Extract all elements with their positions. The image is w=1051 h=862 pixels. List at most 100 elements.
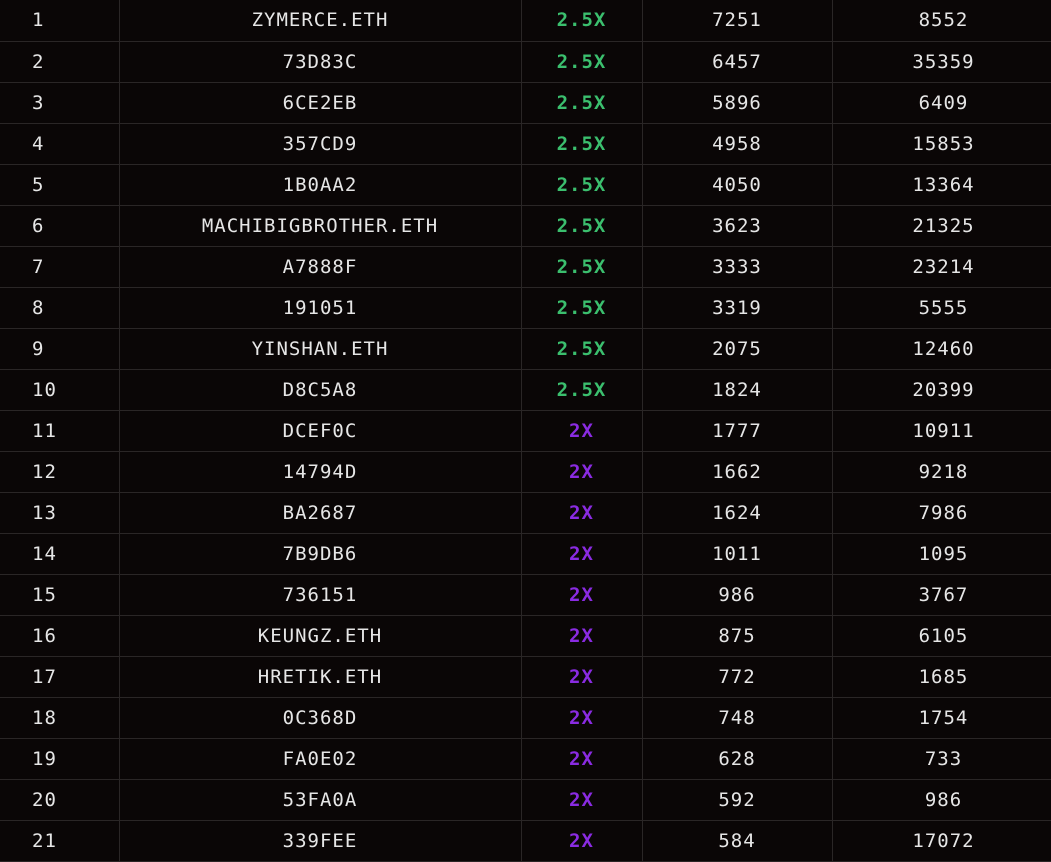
multiplier-cell: 2.5X [521, 164, 643, 205]
value-b-cell: 6409 [918, 91, 969, 114]
multiplier-cell: 2.5X [521, 205, 643, 246]
rank-cell: 4 [0, 123, 120, 164]
rank-cell: 13 [0, 492, 120, 533]
value-a-cell: 4958 [642, 123, 833, 164]
multiplier-cell: 2X [521, 738, 643, 779]
multiplier-cell: 2X [521, 492, 643, 533]
wallet-name-cell: 73D83C [119, 41, 522, 82]
value-a-cell: 7251 [642, 0, 833, 41]
table-row: 10 D8C5A8 2.5X 1824 20399 [0, 369, 1051, 410]
wallet-name-cell: FA0E02 [119, 738, 522, 779]
table-row: 11 DCEF0C 2X 1777 10911 [0, 410, 1051, 451]
value-b-cell: 17072 [912, 829, 975, 852]
value-b-cell: 12460 [912, 337, 975, 360]
wallet-name-cell: KEUNGZ.ETH [119, 615, 522, 656]
value-b-cell: 9218 [918, 460, 969, 483]
multiplier-cell: 2X [521, 615, 643, 656]
value-a-cell: 1777 [642, 410, 833, 451]
value-b-cell: 1095 [918, 542, 969, 565]
value-a-cell: 875 [642, 615, 833, 656]
rank-cell: 9 [0, 328, 120, 369]
rank-cell: 5 [0, 164, 120, 205]
wallet-name-cell: HRETIK.ETH [119, 656, 522, 697]
multiplier-cell: 2.5X [521, 41, 643, 82]
wallet-name-cell: 357CD9 [119, 123, 522, 164]
wallet-name-cell: 6CE2EB [119, 82, 522, 123]
value-b-cell: 5555 [918, 296, 969, 319]
value-a-cell: 5896 [642, 82, 833, 123]
multiplier-cell: 2.5X [521, 369, 643, 410]
value-a-cell: 1824 [642, 369, 833, 410]
value-a-cell: 6457 [642, 41, 833, 82]
value-b-cell: 21325 [912, 214, 975, 237]
rank-cell: 11 [0, 410, 120, 451]
value-a-cell: 1624 [642, 492, 833, 533]
wallet-name-cell: 53FA0A [119, 779, 522, 820]
table-row: 8 191051 2.5X 3319 5555 [0, 287, 1051, 328]
wallet-name-cell: YINSHAN.ETH [119, 328, 522, 369]
rank-cell: 10 [0, 369, 120, 410]
wallet-name-cell: BA2687 [119, 492, 522, 533]
wallet-name-cell: 1B0AA2 [119, 164, 522, 205]
wallet-name-cell: MACHIBIGBROTHER.ETH [119, 205, 522, 246]
multiplier-cell: 2X [521, 533, 643, 574]
table-row: 3 6CE2EB 2.5X 5896 6409 [0, 82, 1051, 123]
table-row: 12 14794D 2X 1662 9218 [0, 451, 1051, 492]
value-b-cell: 7986 [918, 501, 969, 524]
multiplier-cell: 2X [521, 697, 643, 738]
table-row: 16 KEUNGZ.ETH 2X 875 6105 [0, 615, 1051, 656]
value-b-cell: 986 [924, 788, 963, 811]
value-a-cell: 772 [642, 656, 833, 697]
rank-cell: 12 [0, 451, 120, 492]
table-row: 21 339FEE 2X 584 17072 [0, 820, 1051, 861]
table-row: 1 ZYMERCE.ETH 2.5X 7251 8552 [0, 0, 1051, 41]
value-b-cell: 35359 [912, 50, 975, 73]
rank-cell: 18 [0, 697, 120, 738]
table-row: 17 HRETIK.ETH 2X 772 1685 [0, 656, 1051, 697]
wallet-name-cell: D8C5A8 [119, 369, 522, 410]
value-b-cell: 23214 [912, 255, 975, 278]
value-b-cell: 8552 [918, 9, 969, 32]
wallet-name-cell: 14794D [119, 451, 522, 492]
value-a-cell: 1662 [642, 451, 833, 492]
table-row: 19 FA0E02 2X 628 733 [0, 738, 1051, 779]
rank-cell: 3 [0, 82, 120, 123]
value-a-cell: 584 [642, 820, 833, 861]
multiplier-cell: 2.5X [521, 246, 643, 287]
wallet-name-cell: 191051 [119, 287, 522, 328]
rank-cell: 15 [0, 574, 120, 615]
value-a-cell: 1011 [642, 533, 833, 574]
value-b-cell: 6105 [918, 624, 969, 647]
value-b-cell: 20399 [912, 378, 975, 401]
multiplier-cell: 2X [521, 820, 643, 861]
value-b-cell: 13364 [912, 173, 975, 196]
multiplier-cell: 2.5X [521, 123, 643, 164]
rank-cell: 16 [0, 615, 120, 656]
multiplier-cell: 2X [521, 451, 643, 492]
table-row: 18 0C368D 2X 748 1754 [0, 697, 1051, 738]
wallet-name-cell: 7B9DB6 [119, 533, 522, 574]
rank-cell: 8 [0, 287, 120, 328]
rank-cell: 1 [0, 0, 120, 41]
value-b-cell: 3767 [918, 583, 969, 606]
value-a-cell: 2075 [642, 328, 833, 369]
value-a-cell: 3623 [642, 205, 833, 246]
value-a-cell: 592 [642, 779, 833, 820]
multiplier-cell: 2.5X [521, 328, 643, 369]
value-b-cell: 1754 [918, 706, 969, 729]
value-b-cell: 15853 [912, 132, 975, 155]
wallet-name-cell: ZYMERCE.ETH [119, 0, 522, 41]
wallet-name-cell: DCEF0C [119, 410, 522, 451]
rank-cell: 20 [0, 779, 120, 820]
leaderboard-table: 1 ZYMERCE.ETH 2.5X 7251 8552 2 73D83C 2.5X 6457 3… [0, 0, 1051, 862]
table-row: 2 73D83C 2.5X 6457 35359 [0, 41, 1051, 82]
value-a-cell: 3333 [642, 246, 833, 287]
value-b-cell: 10911 [912, 419, 975, 442]
rank-cell: 6 [0, 205, 120, 246]
multiplier-cell: 2X [521, 574, 643, 615]
rank-cell: 7 [0, 246, 120, 287]
multiplier-cell: 2.5X [521, 82, 643, 123]
table-row: 5 1B0AA2 2.5X 4050 13364 [0, 164, 1051, 205]
table-row: 7 A7888F 2.5X 3333 23214 [0, 246, 1051, 287]
leaderboard-body: 1 ZYMERCE.ETH 2.5X 7251 8552 2 73D83C 2.5X 6457 3… [0, 0, 1051, 861]
